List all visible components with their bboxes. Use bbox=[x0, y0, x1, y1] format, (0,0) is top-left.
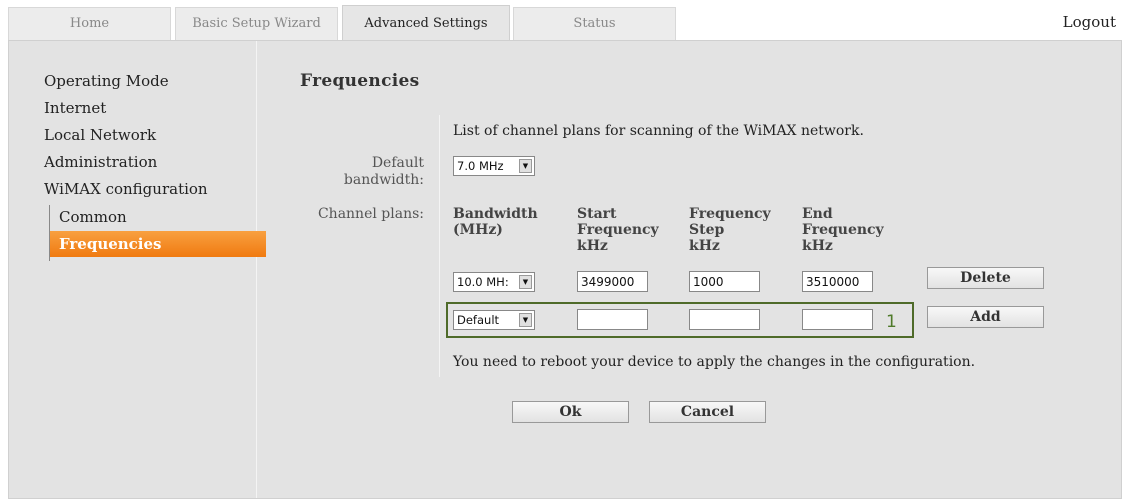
intro-text: List of channel plans for scanning of th… bbox=[453, 123, 864, 139]
new-start-frequency-input[interactable] bbox=[577, 309, 648, 330]
tab-status[interactable]: Status bbox=[513, 7, 676, 40]
new-bandwidth-select[interactable]: Default ▼ bbox=[453, 310, 535, 330]
new-frequency-step-input[interactable] bbox=[689, 309, 760, 330]
column-header-line: Frequency bbox=[577, 222, 659, 238]
default-bandwidth-label: Default bandwidth: bbox=[343, 155, 424, 188]
sidebar-item-internet[interactable]: Internet bbox=[44, 99, 106, 117]
column-header-line: Bandwidth bbox=[453, 206, 538, 222]
column-header-line: Frequency bbox=[689, 206, 771, 222]
column-header-line: kHz bbox=[577, 238, 608, 254]
column-header-line: (MHz) bbox=[453, 222, 503, 238]
column-header-line: kHz bbox=[802, 238, 833, 254]
sidebar-subitem-frequencies[interactable]: Frequencies bbox=[50, 231, 266, 257]
sidebar: Operating Mode Internet Local Network Ad… bbox=[9, 41, 266, 498]
chevron-down-icon: ▼ bbox=[519, 275, 532, 289]
main-panel: Operating Mode Internet Local Network Ad… bbox=[8, 40, 1122, 499]
sidebar-item-wimax-configuration[interactable]: WiMAX configuration bbox=[44, 180, 208, 198]
ok-button[interactable]: Ok bbox=[512, 401, 629, 423]
column-header-bandwidth: Bandwidth (MHz) bbox=[453, 206, 538, 238]
default-bandwidth-value: 7.0 MHz bbox=[457, 159, 504, 173]
tab-advanced-settings[interactable]: Advanced Settings bbox=[342, 5, 510, 42]
top-nav: Home Basic Setup Wizard Advanced Setting… bbox=[0, 0, 1122, 42]
add-button[interactable]: Add bbox=[927, 306, 1044, 328]
sidebar-item-administration[interactable]: Administration bbox=[44, 153, 157, 171]
column-header-frequency-step: Frequency Step kHz bbox=[689, 206, 771, 254]
frequency-step-input[interactable] bbox=[689, 271, 760, 292]
logout-link[interactable]: Logout bbox=[1063, 13, 1116, 31]
delete-button[interactable]: Delete bbox=[927, 267, 1044, 289]
default-bandwidth-select[interactable]: 7.0 MHz ▼ bbox=[453, 156, 535, 176]
tab-basic-setup-wizard[interactable]: Basic Setup Wizard bbox=[175, 7, 338, 40]
row-bandwidth-select[interactable]: 10.0 MH: ▼ bbox=[453, 272, 535, 292]
sidebar-subitem-common[interactable]: Common bbox=[59, 208, 127, 226]
content-divider bbox=[439, 115, 440, 377]
new-end-frequency-input[interactable] bbox=[802, 309, 873, 330]
page-title: Frequencies bbox=[300, 71, 420, 91]
reboot-note: You need to reboot your device to apply … bbox=[453, 354, 976, 370]
column-header-line: Step bbox=[689, 222, 725, 238]
column-header-end-frequency: End Frequency kHz bbox=[802, 206, 884, 254]
chevron-down-icon: ▼ bbox=[519, 313, 532, 327]
end-frequency-input[interactable] bbox=[802, 271, 873, 292]
cancel-button[interactable]: Cancel bbox=[649, 401, 766, 423]
channel-plans-label: Channel plans: bbox=[317, 206, 424, 222]
tab-home[interactable]: Home bbox=[8, 7, 171, 40]
column-header-start-frequency: Start Frequency kHz bbox=[577, 206, 659, 254]
sidebar-item-local-network[interactable]: Local Network bbox=[44, 126, 156, 144]
chevron-down-icon: ▼ bbox=[519, 159, 532, 173]
start-frequency-input[interactable] bbox=[577, 271, 648, 292]
column-header-line: kHz bbox=[689, 238, 720, 254]
column-header-line: Frequency bbox=[802, 222, 884, 238]
new-bandwidth-value: Default bbox=[457, 313, 500, 327]
column-header-line: End bbox=[802, 206, 833, 222]
row-bandwidth-value: 10.0 MH: bbox=[457, 275, 509, 289]
column-header-line: Start bbox=[577, 206, 617, 222]
sidebar-item-operating-mode[interactable]: Operating Mode bbox=[44, 72, 169, 90]
highlight-number: 1 bbox=[886, 312, 897, 332]
